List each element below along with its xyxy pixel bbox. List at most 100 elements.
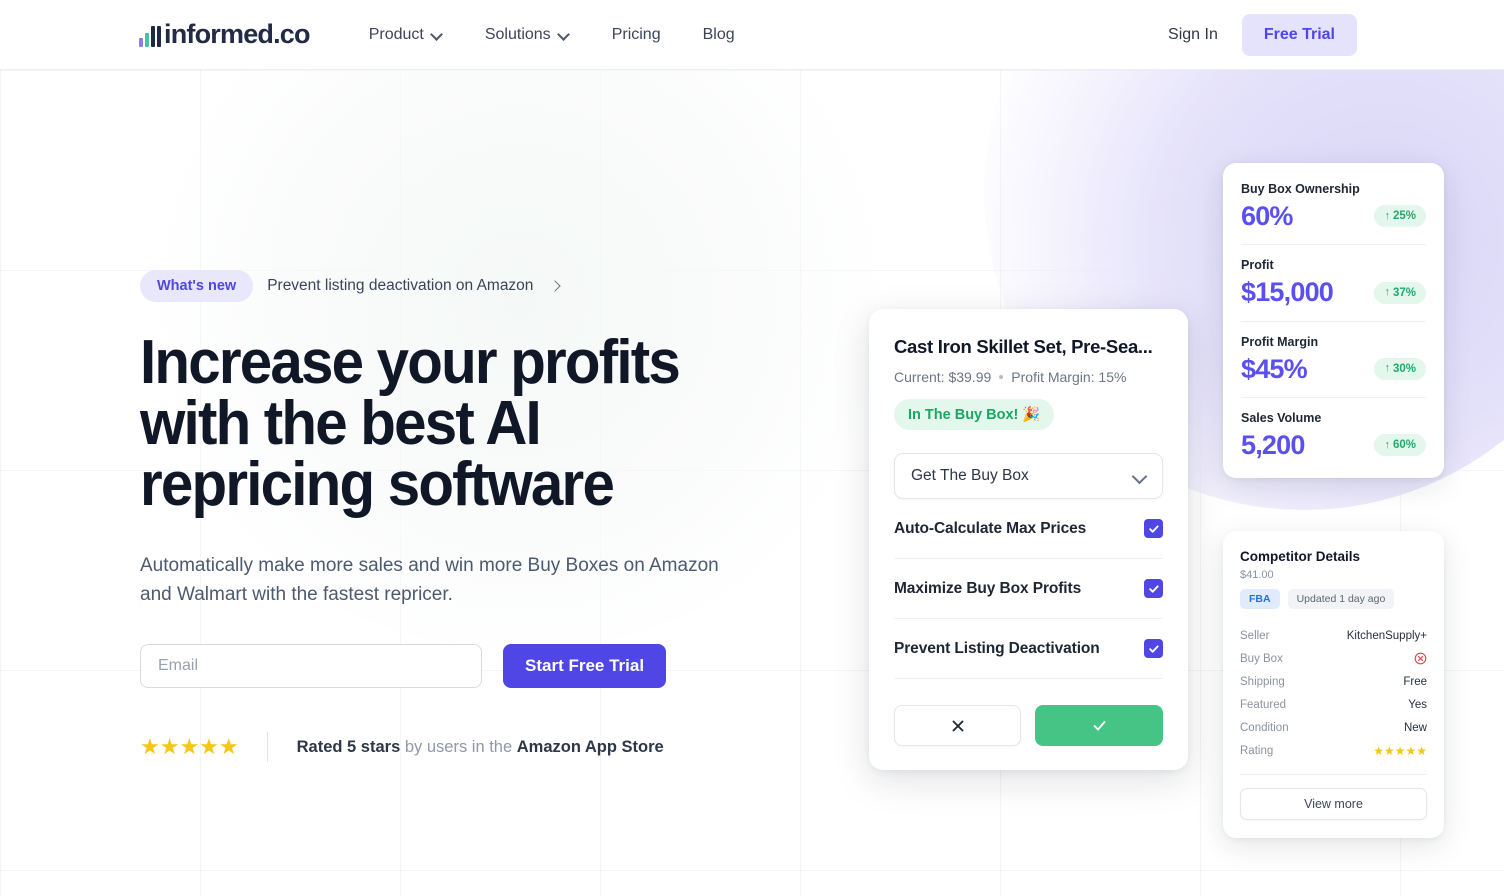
nav-label-blog: Blog xyxy=(702,25,735,43)
metric-value: 5,200 xyxy=(1241,430,1305,461)
rating-row: ★★★★★ Rated 5 stars by users in the Amaz… xyxy=(140,732,880,762)
whats-new-badge[interactable]: What's new xyxy=(140,270,254,302)
strategy-select-value: Get The Buy Box xyxy=(911,467,1029,484)
nav-item-product[interactable]: Product xyxy=(348,18,464,52)
card-actions xyxy=(894,705,1163,746)
arrow-up-icon: ↑ xyxy=(1384,362,1390,375)
metric-label: Profit xyxy=(1241,258,1274,273)
chevron-right-icon xyxy=(549,279,563,293)
row-key: Seller xyxy=(1240,629,1270,642)
row-key: Rating xyxy=(1240,744,1274,757)
metric-label: Sales Volume xyxy=(1241,411,1322,426)
row-key: Featured xyxy=(1240,698,1287,711)
buy-box-status-badge: In The Buy Box! 🎉 xyxy=(894,399,1055,430)
metric-delta: 25% xyxy=(1392,210,1416,223)
metric-delta-badge: ↑ 25% xyxy=(1374,205,1426,228)
rating-bold-2: Amazon App Store xyxy=(516,737,664,756)
star-rating-icon: ★★★★★ xyxy=(140,734,239,759)
view-more-button[interactable]: View more xyxy=(1240,788,1427,820)
confirm-button[interactable] xyxy=(1035,705,1163,746)
nav-label-pricing: Pricing xyxy=(611,25,661,43)
metric-value: $45% xyxy=(1241,353,1308,384)
site-header: informed.co Product Solutions Pricing Bl… xyxy=(0,0,1504,70)
competitor-details-card: Competitor Details $41.00 FBA Updated 1 … xyxy=(1223,531,1444,838)
metric-buy-box-ownership: Buy Box Ownership 60% ↑ 25% xyxy=(1241,182,1426,246)
option-row-prevent-deactivation[interactable]: Prevent Listing Deactivation xyxy=(894,619,1163,679)
metric-delta-badge: ↑ 60% xyxy=(1374,434,1426,457)
logo-text: informed.co xyxy=(164,19,311,49)
nav-item-solutions[interactable]: Solutions xyxy=(464,18,591,52)
rating-bold-1: Rated 5 stars xyxy=(296,737,401,756)
rating-mid: by users in the xyxy=(400,737,517,756)
option-row-auto-calculate[interactable]: Auto-Calculate Max Prices xyxy=(894,499,1163,559)
metric-label: Buy Box Ownership xyxy=(1241,182,1360,196)
option-label: Maximize Buy Box Profits xyxy=(894,579,1082,597)
page-title: Increase your profits with the best AI r… xyxy=(140,328,681,519)
nav-label-solutions: Solutions xyxy=(484,25,551,43)
competitor-row-seller: Seller KitchenSupply+ xyxy=(1240,624,1427,647)
competitor-title: Competitor Details xyxy=(1240,549,1361,564)
row-value: Yes xyxy=(1408,698,1427,711)
announcement-banner[interactable]: What's new Prevent listing deactivation … xyxy=(140,270,880,302)
strategy-select[interactable]: Get The Buy Box xyxy=(894,453,1163,499)
product-settings-card: Cast Iron Skillet Set, Pre-Sea... Curren… xyxy=(869,309,1188,770)
sign-in-link[interactable]: Sign In xyxy=(1158,18,1228,52)
chevron-down-icon xyxy=(559,29,570,40)
metric-profit: Profit $15,000 ↑ 37% xyxy=(1241,245,1426,322)
metric-delta-badge: ↑ 30% xyxy=(1374,357,1426,380)
competitor-row-shipping: Shipping Free xyxy=(1240,670,1427,693)
product-title: Cast Iron Skillet Set, Pre-Sea... xyxy=(894,336,1153,357)
row-key: Buy Box xyxy=(1240,652,1283,665)
option-label: Prevent Listing Deactivation xyxy=(894,639,1100,657)
competitor-row-featured: Featured Yes xyxy=(1240,693,1427,716)
metric-delta-badge: ↑ 37% xyxy=(1374,281,1426,304)
circle-x-icon xyxy=(1414,652,1427,665)
logo-bars-icon xyxy=(139,26,161,47)
metric-value: $15,000 xyxy=(1241,277,1334,308)
checkbox-prevent-deactivation[interactable] xyxy=(1144,639,1163,658)
email-input[interactable] xyxy=(140,644,482,688)
announcement-text[interactable]: Prevent listing deactivation on Amazon xyxy=(267,277,533,295)
check-icon xyxy=(1093,721,1105,731)
row-key: Shipping xyxy=(1240,675,1285,688)
page-root: informed.co Product Solutions Pricing Bl… xyxy=(0,0,1504,896)
arrow-up-icon: ↑ xyxy=(1384,286,1390,299)
metrics-card: Buy Box Ownership 60% ↑ 25% Profit $15,0… xyxy=(1223,163,1444,479)
checkbox-maximize-profits[interactable] xyxy=(1144,579,1163,598)
cancel-button[interactable] xyxy=(894,705,1021,746)
star-rating-icon: ★★★★★ xyxy=(1373,743,1427,758)
row-key: Condition xyxy=(1240,721,1289,734)
arrow-up-icon: ↑ xyxy=(1384,209,1390,222)
chevron-down-icon xyxy=(432,29,443,40)
free-trial-button[interactable]: Free Trial xyxy=(1241,13,1357,56)
row-value: KitchenSupply+ xyxy=(1346,629,1427,642)
nav-item-blog[interactable]: Blog xyxy=(682,18,756,52)
main-nav: Product Solutions Pricing Blog xyxy=(348,18,756,52)
start-free-trial-button[interactable]: Start Free Trial xyxy=(503,644,667,688)
close-icon xyxy=(952,720,963,731)
nav-item-pricing[interactable]: Pricing xyxy=(591,18,682,52)
fulfillment-badge: FBA xyxy=(1240,589,1280,609)
checkbox-auto-calculate[interactable] xyxy=(1144,519,1163,538)
updated-badge: Updated 1 day ago xyxy=(1287,589,1395,609)
option-row-maximize-profits[interactable]: Maximize Buy Box Profits xyxy=(894,559,1163,619)
competitor-row-condition: Condition New xyxy=(1240,716,1427,739)
metric-profit-margin: Profit Margin $45% ↑ 30% xyxy=(1241,322,1426,399)
logo[interactable]: informed.co xyxy=(139,19,311,49)
divider xyxy=(1240,774,1427,775)
product-current-price: Current: $39.99 xyxy=(894,369,992,385)
option-label: Auto-Calculate Max Prices xyxy=(894,519,1087,537)
divider xyxy=(266,732,268,762)
product-profit-margin: Profit Margin: 15% xyxy=(1011,369,1127,385)
header-actions: Sign In Free Trial xyxy=(1158,13,1357,56)
chevron-down-icon xyxy=(1133,470,1146,483)
rating-text: Rated 5 stars by users in the Amazon App… xyxy=(297,738,664,757)
product-meta: Current: $39.99 Profit Margin: 15% xyxy=(894,369,1163,385)
metric-label: Profit Margin xyxy=(1241,334,1319,349)
hero-content: What's new Prevent listing deactivation … xyxy=(140,270,880,762)
metric-sales-volume: Sales Volume 5,200 ↑ 60% xyxy=(1241,398,1426,461)
metric-delta: 30% xyxy=(1392,362,1416,375)
competitor-row-buy-box: Buy Box xyxy=(1240,647,1427,670)
arrow-up-icon: ↑ xyxy=(1384,438,1390,451)
row-value: New xyxy=(1403,721,1427,734)
